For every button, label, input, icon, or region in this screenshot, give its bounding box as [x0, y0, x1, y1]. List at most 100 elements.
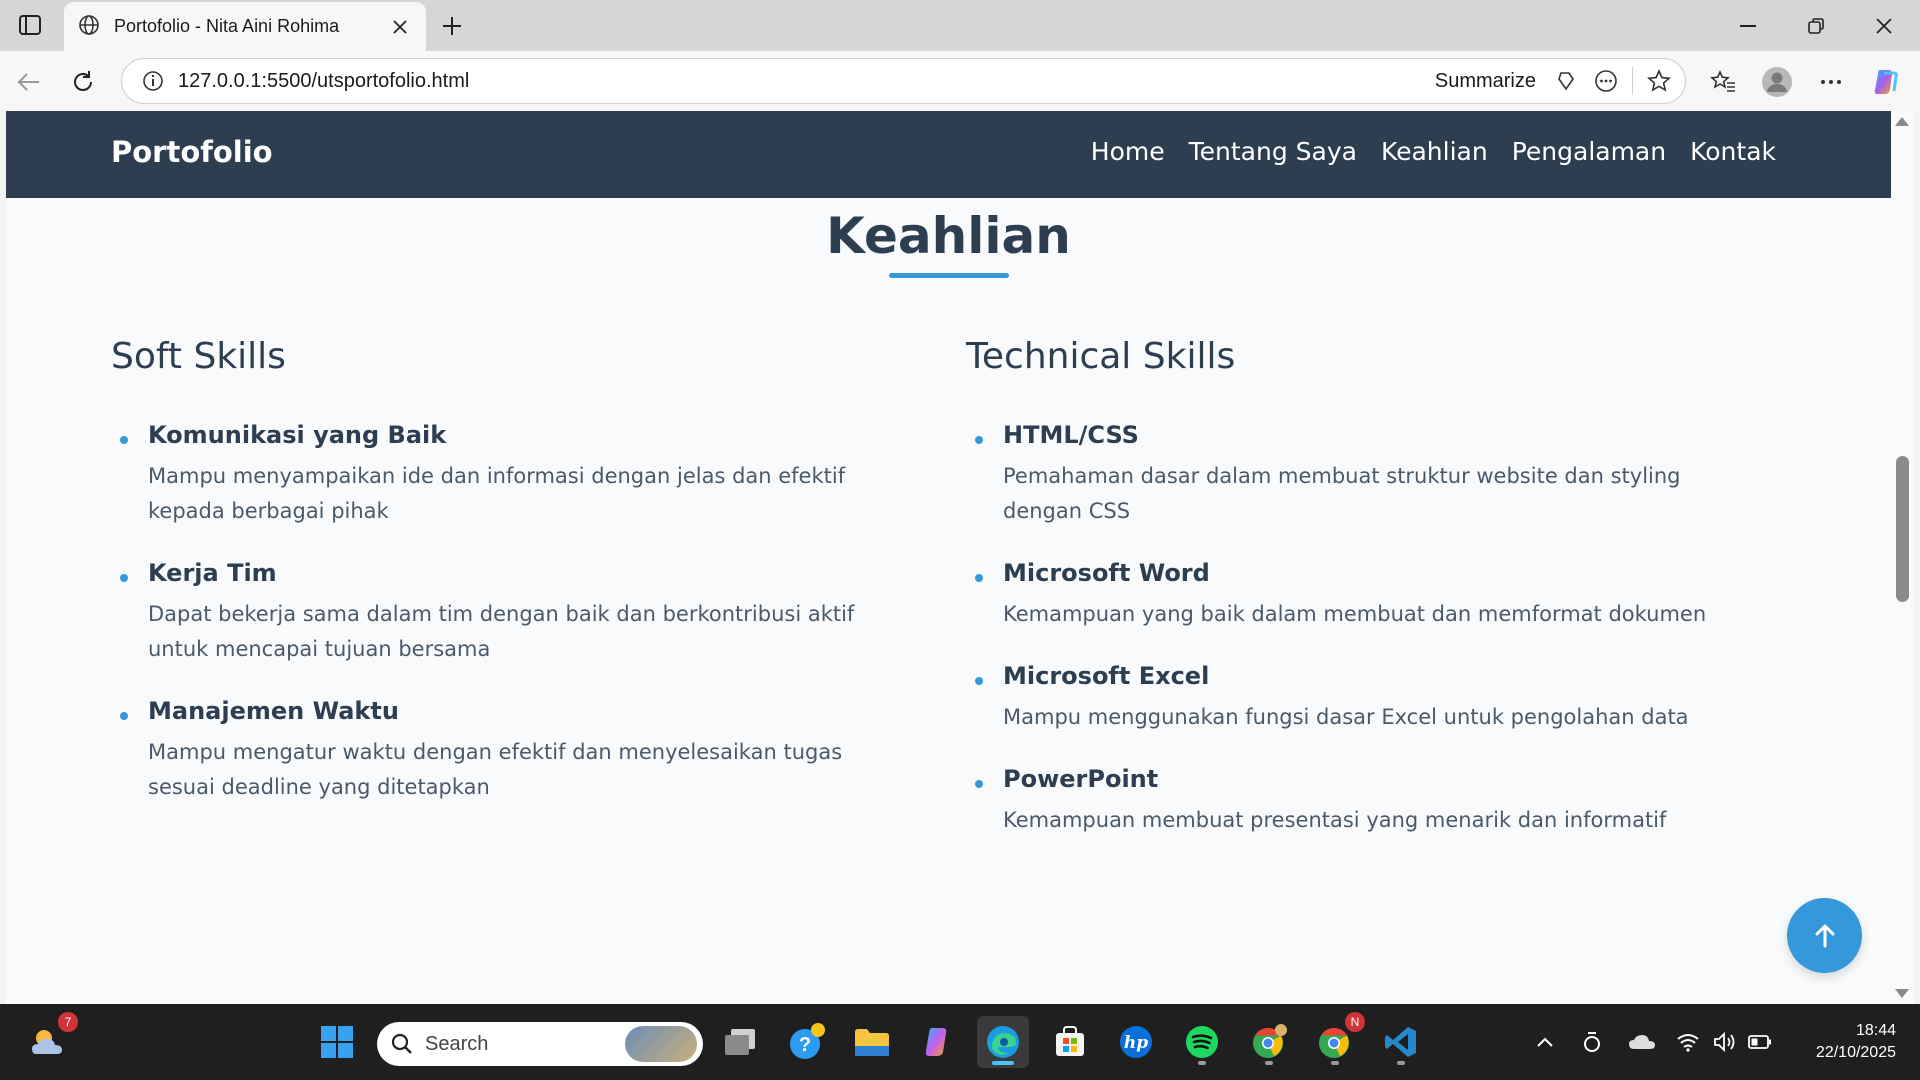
- bullet-icon: [120, 574, 128, 582]
- bullet-icon: [120, 712, 128, 720]
- taskbar: 7 Search ? hp N 18:44 22/10/2025: [0, 1004, 1920, 1080]
- more-tools-icon[interactable]: [1586, 61, 1626, 101]
- summarize-button[interactable]: Summarize: [1435, 70, 1536, 93]
- scrollbar-thumb[interactable]: [1896, 456, 1909, 602]
- settings-more-icon[interactable]: [1812, 63, 1850, 101]
- browser-tab[interactable]: Portofolio - Nita Aini Rohima: [64, 2, 426, 51]
- list-item: Komunikasi yang Baik Mampu menyampaikan …: [111, 417, 901, 529]
- skill-name: Kerja Tim: [148, 559, 277, 587]
- scroll-down-icon[interactable]: [1895, 989, 1909, 998]
- skill-description-line: kepada berbagai pihak: [148, 499, 389, 523]
- arrow-up-icon: [1815, 924, 1834, 947]
- skill-description: Kemampuan yang baik dalam membuat dan me…: [1003, 597, 1756, 632]
- close-window-icon[interactable]: [1850, 0, 1918, 51]
- skill-description: Mampu menyampaikan ide dan informasi den…: [148, 459, 901, 529]
- battery-icon[interactable]: [1745, 1004, 1775, 1080]
- tab-actions-icon[interactable]: [12, 10, 48, 40]
- skill-name: PowerPoint: [1003, 765, 1159, 793]
- soft-skills-list: Komunikasi yang Baik Mampu menyampaikan …: [111, 417, 901, 805]
- address-bar[interactable]: 127.0.0.1:5500/utsportofolio.html Summar…: [121, 58, 1686, 104]
- wifi-icon[interactable]: [1673, 1004, 1703, 1080]
- list-item: PowerPoint Kemampuan membuat presentasi …: [966, 761, 1756, 838]
- list-item: Kerja Tim Dapat bekerja sama dalam tim d…: [111, 555, 901, 667]
- svg-text:?: ?: [799, 1034, 811, 1056]
- skill-description: Mampu mengatur waktu dengan efektif dan …: [148, 735, 901, 805]
- running-indicator: [1331, 1061, 1339, 1065]
- search-label: Search: [425, 1032, 489, 1055]
- list-item: Microsoft Excel Mampu menggunakan fungsi…: [966, 658, 1756, 735]
- bullet-icon: [120, 436, 128, 444]
- nav-pengalaman[interactable]: Pengalaman: [1512, 137, 1666, 166]
- system-clock[interactable]: 18:44 22/10/2025: [1786, 1020, 1896, 1064]
- favorite-star-icon[interactable]: [1639, 61, 1679, 101]
- list-item: Manajemen Waktu Mampu mengatur waktu den…: [111, 693, 901, 805]
- skill-description-line: Mampu menggunakan fungsi dasar Excel unt…: [1003, 705, 1689, 729]
- soft-skills-heading: Soft Skills: [111, 336, 286, 377]
- onedrive-icon[interactable]: [1625, 1004, 1659, 1080]
- nav-kontak[interactable]: Kontak: [1690, 137, 1776, 166]
- skill-description-line: Mampu mengatur waktu dengan efektif dan …: [148, 740, 843, 764]
- scroll-up-icon[interactable]: [1895, 117, 1909, 126]
- site-info-icon[interactable]: [130, 59, 176, 103]
- technical-skills-heading: Technical Skills: [966, 336, 1236, 377]
- back-to-top-button[interactable]: [1787, 898, 1862, 973]
- skill-description-line: Kemampuan yang baik dalam membuat dan me…: [1003, 602, 1707, 626]
- nav-home[interactable]: Home: [1091, 137, 1165, 166]
- nav-tentang-saya[interactable]: Tentang Saya: [1189, 137, 1357, 166]
- location-icon[interactable]: [1577, 1004, 1607, 1080]
- section-title: Keahlian: [826, 207, 1071, 265]
- bullet-icon: [975, 677, 983, 685]
- restore-icon[interactable]: [1782, 0, 1850, 51]
- spotify-icon[interactable]: [1176, 1016, 1228, 1068]
- store-icon[interactable]: [1044, 1016, 1096, 1068]
- skill-description-line: Dapat bekerja sama dalam tim dengan baik…: [148, 602, 855, 626]
- active-indicator: [992, 1061, 1014, 1065]
- minimize-icon[interactable]: [1714, 0, 1782, 51]
- skill-description: Pemahaman dasar dalam membuat struktur w…: [1003, 459, 1756, 529]
- skill-name: Microsoft Word: [1003, 559, 1210, 587]
- chrome-profile-icon[interactable]: N: [1309, 1012, 1365, 1068]
- skill-description-line: Mampu menyampaikan ide dan informasi den…: [148, 464, 846, 488]
- bullet-icon: [975, 780, 983, 788]
- skill-description-line: Kemampuan membuat presentasi yang menari…: [1003, 808, 1667, 832]
- close-tab-icon[interactable]: [388, 15, 412, 39]
- clock-date: 22/10/2025: [1815, 1044, 1896, 1061]
- file-explorer-icon[interactable]: [846, 1016, 898, 1068]
- list-item: HTML/CSS Pemahaman dasar dalam membuat s…: [966, 417, 1756, 529]
- volume-icon[interactable]: [1710, 1004, 1740, 1080]
- page-scrollbar[interactable]: [1891, 111, 1914, 1004]
- chrome-icon[interactable]: [1243, 1016, 1295, 1068]
- start-icon[interactable]: [311, 1016, 363, 1068]
- running-indicator: [1265, 1061, 1273, 1065]
- skill-name: Microsoft Excel: [1003, 662, 1210, 690]
- help-icon[interactable]: ?: [781, 1016, 833, 1068]
- chevron-up-icon[interactable]: [1530, 1004, 1560, 1080]
- skill-description-line: dengan CSS: [1003, 499, 1131, 523]
- copilot-app-icon[interactable]: [912, 1016, 964, 1068]
- search-icon: [391, 1033, 412, 1054]
- technical-skills-list: HTML/CSS Pemahaman dasar dalam membuat s…: [966, 417, 1756, 838]
- edge-icon[interactable]: [977, 1016, 1029, 1068]
- site-brand[interactable]: Portofolio: [111, 135, 273, 169]
- task-view-icon[interactable]: [714, 1016, 766, 1068]
- url-text[interactable]: 127.0.0.1:5500/utsportofolio.html: [178, 70, 1435, 93]
- taskbar-search[interactable]: Search: [377, 1022, 703, 1066]
- new-tab-icon[interactable]: [434, 8, 470, 44]
- favorites-icon[interactable]: [1704, 63, 1742, 101]
- title-underline: [889, 273, 1009, 278]
- tab-title: Portofolio - Nita Aini Rohima: [114, 16, 340, 36]
- back-arrow-icon[interactable]: [10, 63, 48, 101]
- nav-keahlian[interactable]: Keahlian: [1381, 137, 1488, 166]
- vscode-icon[interactable]: [1375, 1016, 1427, 1068]
- skill-name: HTML/CSS: [1003, 421, 1139, 449]
- site-navbar: Portofolio Home Tentang Saya Keahlian Pe…: [6, 111, 1891, 198]
- skill-description: Mampu menggunakan fungsi dasar Excel unt…: [1003, 700, 1756, 735]
- globe-icon: [78, 14, 100, 40]
- copilot-summarize-icon[interactable]: [1546, 61, 1586, 101]
- page-viewport: Portofolio Home Tentang Saya Keahlian Pe…: [6, 111, 1891, 1004]
- copilot-icon[interactable]: [1866, 63, 1904, 101]
- hp-icon[interactable]: hp: [1110, 1016, 1162, 1068]
- refresh-icon[interactable]: [64, 63, 102, 101]
- profile-avatar-icon[interactable]: [1758, 63, 1796, 101]
- weather-icon[interactable]: 7: [22, 1012, 78, 1068]
